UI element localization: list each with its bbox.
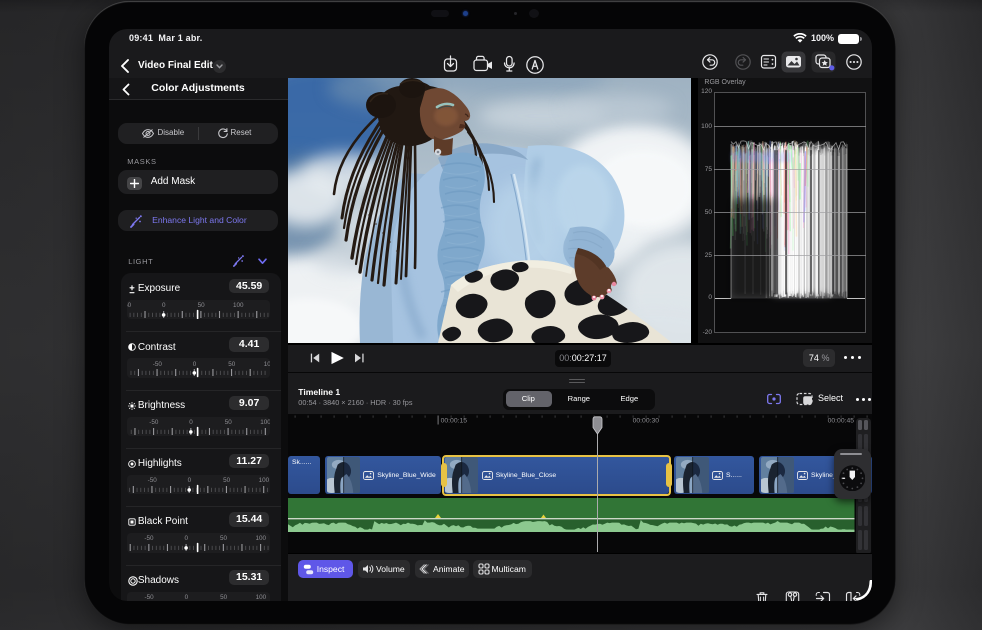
- svg-text:00:00:45: 00:00:45: [828, 417, 855, 424]
- svg-text:00:00:15: 00:00:15: [441, 417, 468, 424]
- svg-text:00:00:30: 00:00:30: [633, 417, 660, 424]
